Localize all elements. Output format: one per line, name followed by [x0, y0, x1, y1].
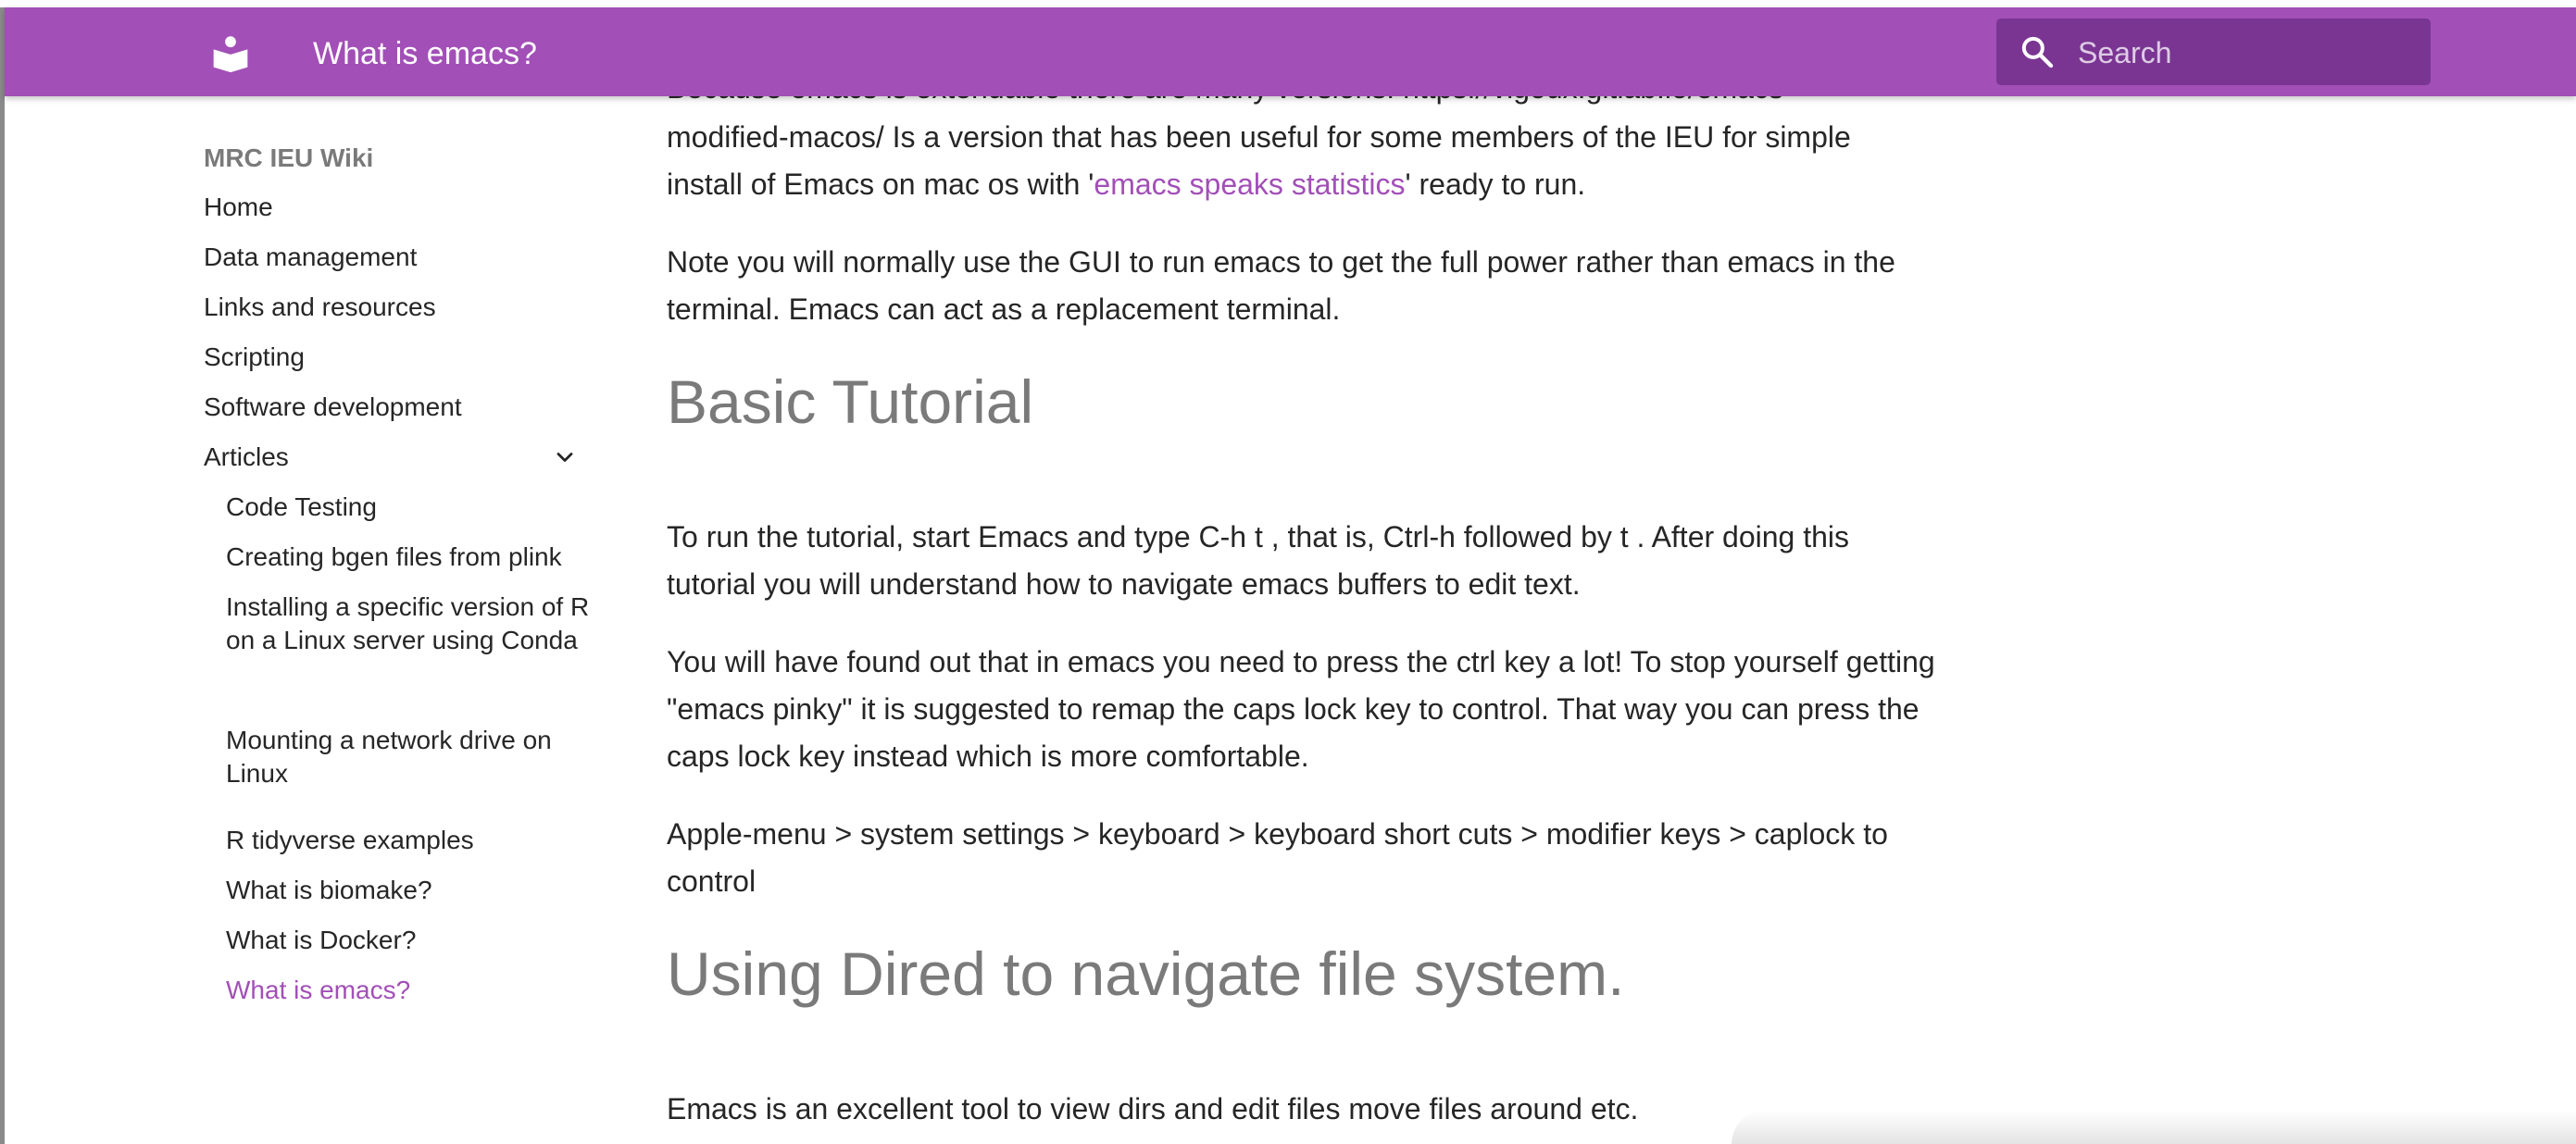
paragraph: Note you will normally use the GUI to ru…	[667, 245, 1895, 326]
search-input[interactable]	[2076, 19, 2413, 87]
window-edge	[0, 0, 5, 1144]
browser-window: Because emacs is extendable there are ma…	[0, 0, 2576, 1144]
header-bar: What is emacs?	[5, 7, 2576, 96]
paragraph: To run the tutorial, start Emacs and typ…	[667, 520, 1850, 601]
sidebar-item-scripting[interactable]: Scripting	[204, 341, 305, 374]
sidebar-item-data-management[interactable]: Data management	[204, 241, 417, 274]
sidebar-item-what-is-biomake[interactable]: What is biomake?	[226, 874, 596, 907]
sidebar-item-what-is-docker[interactable]: What is Docker?	[226, 924, 596, 957]
heading-basic-tutorial: Basic Tutorial	[667, 367, 1034, 436]
heading-using-dired: Using Dired to navigate file system.	[667, 939, 1625, 1008]
paragraph-line: modified-macos/ Is a version that has be…	[667, 120, 1851, 154]
paragraph-line: install of Emacs on mac os with 'emacs s…	[667, 168, 1586, 201]
chevron-down-icon[interactable]	[552, 444, 578, 470]
sidebar-title: MRC IEU Wiki	[204, 143, 374, 172]
sidebar-item-installing-r[interactable]: Installing a specific version of R on a …	[226, 591, 596, 657]
page-title: What is emacs?	[313, 36, 537, 71]
sidebar-item-software-development[interactable]: Software development	[204, 391, 462, 424]
sidebar-item-creating-bgen[interactable]: Creating bgen files from plink	[226, 541, 596, 574]
sidebar-item-code-testing[interactable]: Code Testing	[226, 491, 596, 524]
paragraph: You will have found out that in emacs yo…	[667, 645, 1935, 773]
bottom-shadow	[1732, 1111, 2576, 1144]
sidebar-nav: MRC IEU Wiki Home Data management Links …	[204, 139, 593, 1004]
sidebar-item-what-is-emacs[interactable]: What is emacs?	[226, 974, 596, 1007]
sidebar-item-r-tidyverse[interactable]: R tidyverse examples	[226, 824, 596, 857]
sidebar-item-links-and-resources[interactable]: Links and resources	[204, 291, 436, 324]
search-box[interactable]	[1996, 19, 2431, 87]
sidebar-item-articles[interactable]: Articles	[204, 441, 289, 474]
emacs-speaks-statistics-link[interactable]: emacs speaks statistics	[1094, 168, 1405, 201]
search-icon[interactable]	[2019, 33, 2056, 70]
book-reader-icon[interactable]	[210, 33, 251, 74]
sidebar-item-mounting-network-drive[interactable]: Mounting a network drive on Linux	[226, 724, 596, 790]
paragraph: Apple-menu > system settings > keyboard …	[667, 817, 1888, 898]
window-top-edge	[0, 0, 2576, 7]
sidebar-item-home[interactable]: Home	[204, 191, 273, 224]
